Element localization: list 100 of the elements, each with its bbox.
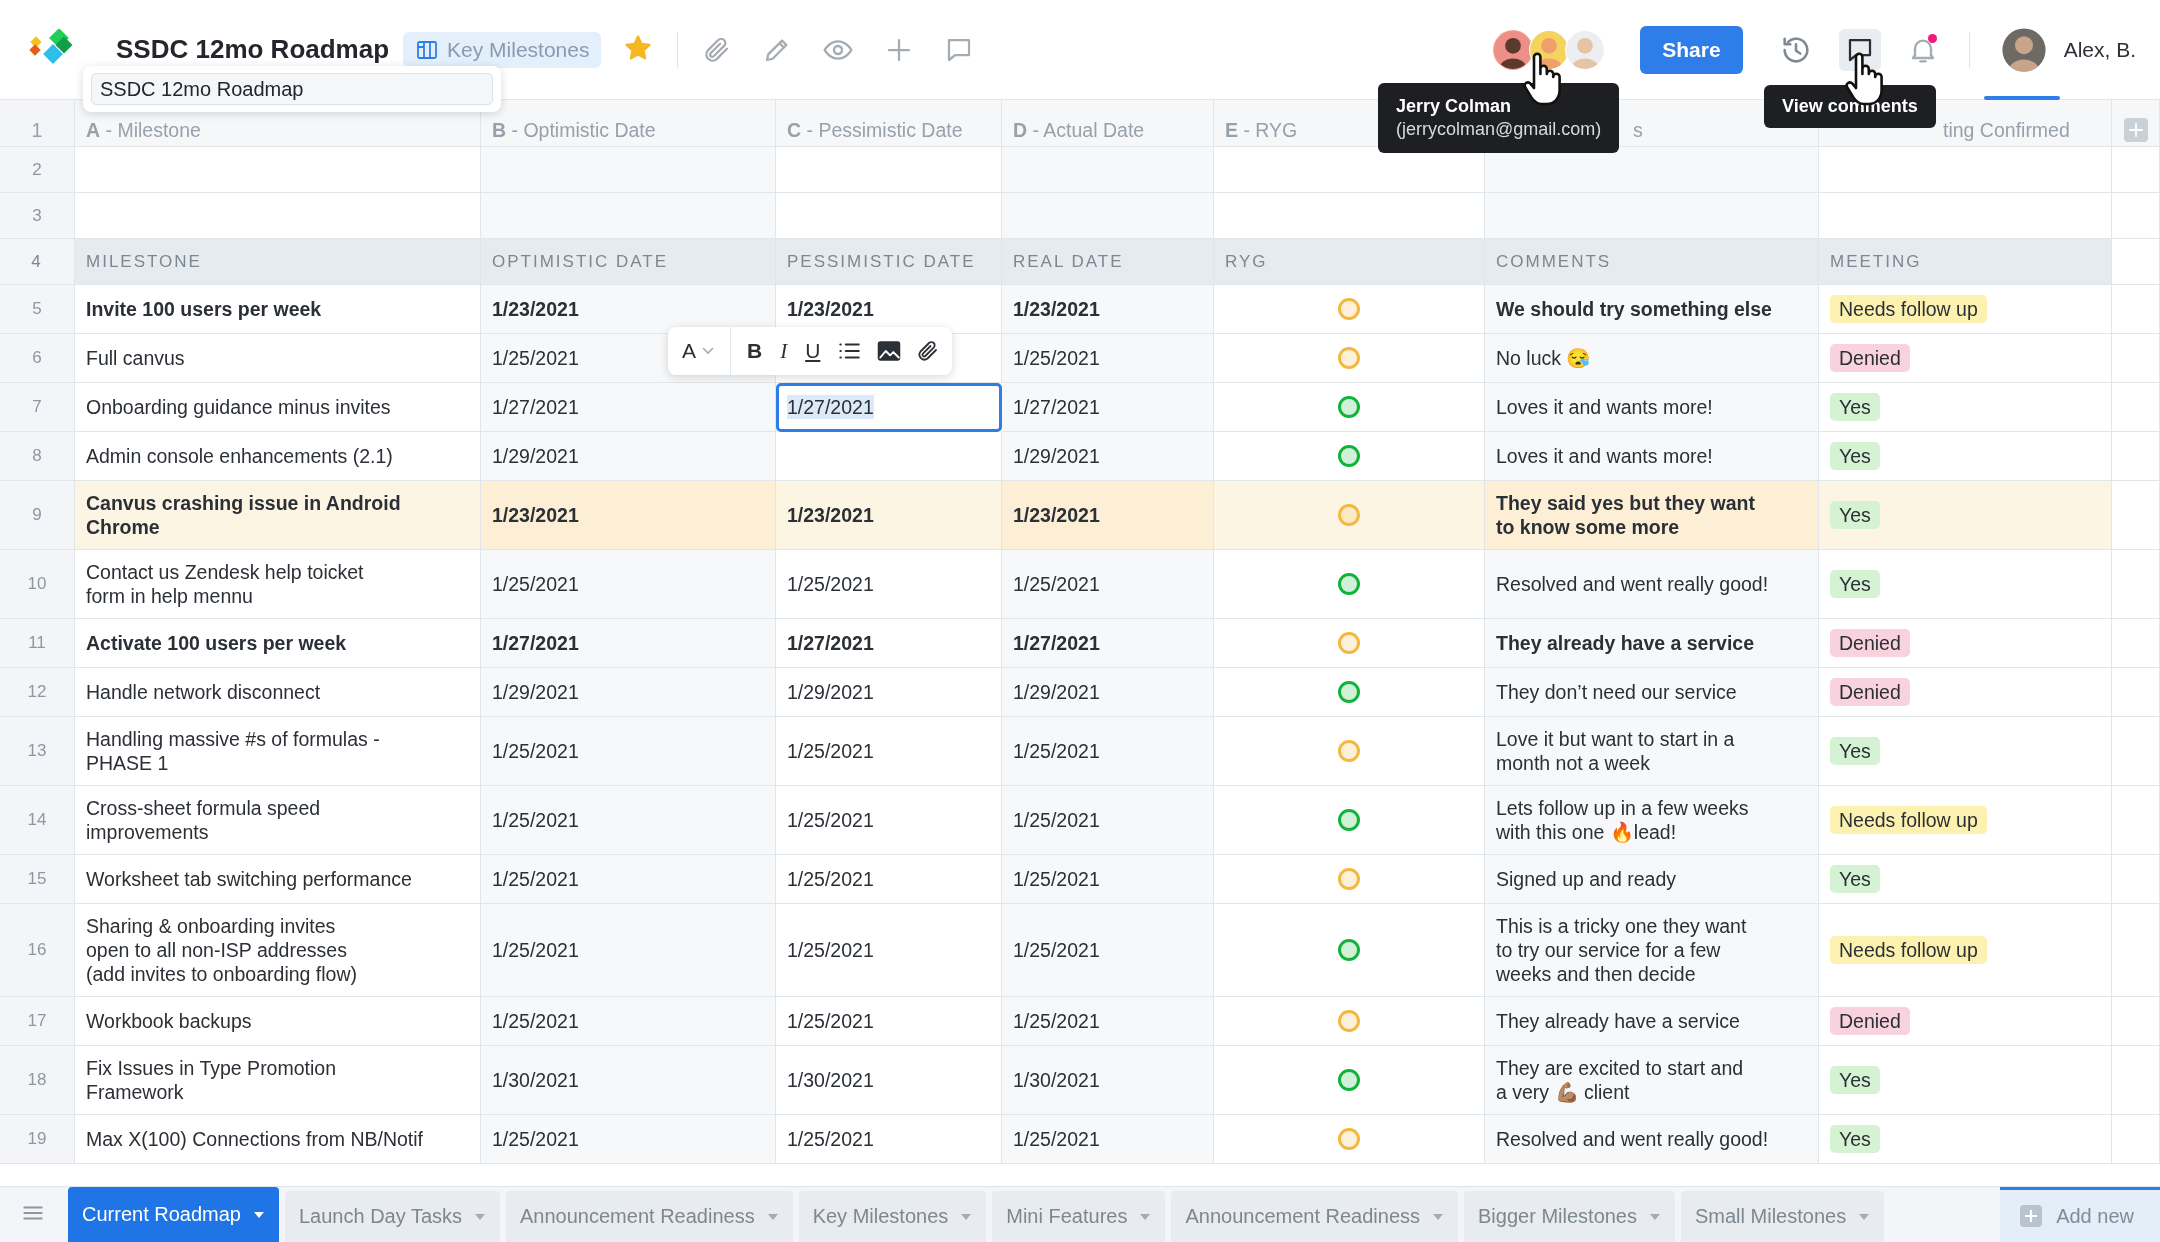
row-number: 12: [0, 668, 75, 717]
table-header: OPTIMISTIC DATE: [481, 239, 776, 285]
sheet-tab[interactable]: Bigger Milestones: [1464, 1191, 1675, 1242]
table-cell: 1/25/2021: [1002, 717, 1214, 786]
table-cell: 1/25/2021: [481, 855, 776, 904]
status-tag: Yes: [1830, 570, 1880, 598]
hand-cursor-icon: [1522, 52, 1562, 106]
caret-icon[interactable]: [474, 1212, 487, 1221]
table-cell: 1/29/2021: [481, 432, 776, 481]
column-header[interactable]: D - Actual Date: [1002, 100, 1214, 147]
caret-icon[interactable]: [1649, 1212, 1661, 1221]
table-cell: Workbook backups: [75, 997, 481, 1046]
row-number: 2: [0, 147, 75, 193]
row-number: 8: [0, 432, 75, 481]
sheet-tab[interactable]: Mini Features: [992, 1191, 1166, 1242]
row-number: 19: [0, 1115, 75, 1164]
table-cell: Onboarding guidance minus invites: [75, 383, 481, 432]
table-cell: They don’t need our service: [1485, 668, 1819, 717]
table-cell: 1/30/2021: [1002, 1046, 1214, 1115]
table-cell: 1/25/2021: [1002, 855, 1214, 904]
row-number: 15: [0, 855, 75, 904]
italic-button[interactable]: I: [778, 338, 790, 364]
sheet-tab[interactable]: Current Roadmap: [68, 1187, 279, 1242]
status-tag: Needs follow up: [1830, 295, 1987, 323]
status-tag: Denied: [1830, 344, 1910, 372]
underline-button[interactable]: U: [803, 339, 823, 363]
caret-icon[interactable]: [1432, 1212, 1445, 1221]
table-cell: 1/23/2021: [776, 481, 1002, 550]
status-tag: Yes: [1830, 393, 1880, 421]
status-tag: Yes: [1830, 737, 1880, 765]
sheet-tab[interactable]: Announcement Readiness: [506, 1191, 793, 1242]
caret-icon: [702, 347, 714, 355]
table-cell: Loves it and wants more!: [1485, 383, 1819, 432]
caret-icon[interactable]: [960, 1212, 973, 1221]
table-cell: 1/25/2021: [481, 550, 776, 619]
table-cell: Love it but want to start in a month not a week: [1485, 717, 1819, 786]
document-title[interactable]: SSDC 12mo Roadmap: [116, 34, 390, 65]
table-cell: No luck 😪: [1485, 334, 1819, 383]
row-number: 7: [0, 383, 75, 432]
add-sheet-button[interactable]: Add new: [2000, 1187, 2160, 1242]
status-tag: Yes: [1830, 442, 1880, 470]
sheet-tab[interactable]: Launch Day Tasks: [284, 1191, 501, 1242]
row-number: 4: [0, 239, 75, 285]
table-cell: Canvus crashing issue in Android Chrome: [75, 481, 481, 550]
row-number: 14: [0, 786, 75, 855]
image-icon[interactable]: [876, 338, 903, 364]
status-tag: Yes: [1830, 1066, 1880, 1094]
table-cell: 1/27/2021: [481, 383, 776, 432]
font-button[interactable]: A: [680, 339, 716, 363]
user-name[interactable]: Alex, B.: [2063, 37, 2136, 62]
table-cell: Lets follow up in a few weeks with this one 🔥lead!: [1485, 786, 1819, 855]
table-cell: 1/29/2021: [1002, 432, 1214, 481]
caret-icon[interactable]: [1139, 1212, 1152, 1221]
caret-icon[interactable]: [252, 1210, 265, 1219]
table-cell: 1/23/2021: [1002, 481, 1214, 550]
status-tag: Yes: [1830, 501, 1880, 529]
table-header: MILESTONE: [75, 239, 481, 285]
cell-editor[interactable]: 1/27/2021: [776, 383, 1002, 432]
sheet-tab[interactable]: Key Milestones: [798, 1191, 987, 1242]
status-tag: Yes: [1830, 865, 1880, 893]
column-header[interactable]: B - Optimistic Date: [481, 100, 776, 147]
status-tag: Needs follow up: [1830, 936, 1987, 964]
table-cell: They said yes but they want to know some more: [1485, 481, 1819, 550]
row-number: 6: [0, 334, 75, 383]
sheet-tab[interactable]: Announcement Readiness: [1171, 1191, 1459, 1242]
table-cell: 1/25/2021: [481, 717, 776, 786]
table-cell: Worksheet tab switching performance: [75, 855, 481, 904]
sheet-tab[interactable]: Small Milestones: [1681, 1191, 1885, 1242]
row-number: 3: [0, 193, 75, 239]
table-cell: 1/30/2021: [481, 1046, 776, 1115]
table-cell: Loves it and wants more!: [1485, 432, 1819, 481]
table-cell: Resolved and went really good!: [1485, 1115, 1819, 1164]
table-cell: Signed up and ready: [1485, 855, 1819, 904]
row-number: 9: [0, 481, 75, 550]
table-cell: 1/25/2021: [1002, 786, 1214, 855]
share-button[interactable]: Share: [1640, 25, 1743, 74]
title-input[interactable]: SSDC 12mo Roadmap: [91, 73, 493, 105]
table-cell: 1/27/2021: [1002, 383, 1214, 432]
table-cell: We should try something else: [1485, 285, 1819, 334]
row-number: 5: [0, 285, 75, 334]
caret-icon[interactable]: [1858, 1212, 1871, 1221]
caret-icon[interactable]: [766, 1212, 779, 1221]
plus-icon: [2020, 1205, 2043, 1227]
table-header: MEETING: [1819, 239, 2112, 285]
table-cell: They already have a service: [1485, 619, 1819, 668]
bold-button[interactable]: B: [745, 339, 765, 363]
table-cell: This is a tricky one they want to try our service for a few weeks and then decide: [1485, 904, 1819, 997]
table-cell: 1/25/2021: [1002, 550, 1214, 619]
column-header[interactable]: C - Pessimistic Date: [776, 100, 1002, 147]
row-number: 11: [0, 619, 75, 668]
comments-button[interactable]: [1838, 28, 1881, 71]
table-cell: 1/27/2021: [1002, 619, 1214, 668]
row-number: 18: [0, 1046, 75, 1115]
table-cell: 1/27/2021: [481, 619, 776, 668]
view-badge[interactable]: Key Milestones: [403, 31, 602, 68]
table-cell: 1/23/2021: [481, 481, 776, 550]
table-cell: 1/25/2021: [481, 786, 776, 855]
table-cell: 1/29/2021: [1002, 668, 1214, 717]
table-cell: 1/25/2021: [1002, 997, 1214, 1046]
status-tag: Denied: [1830, 1007, 1910, 1035]
